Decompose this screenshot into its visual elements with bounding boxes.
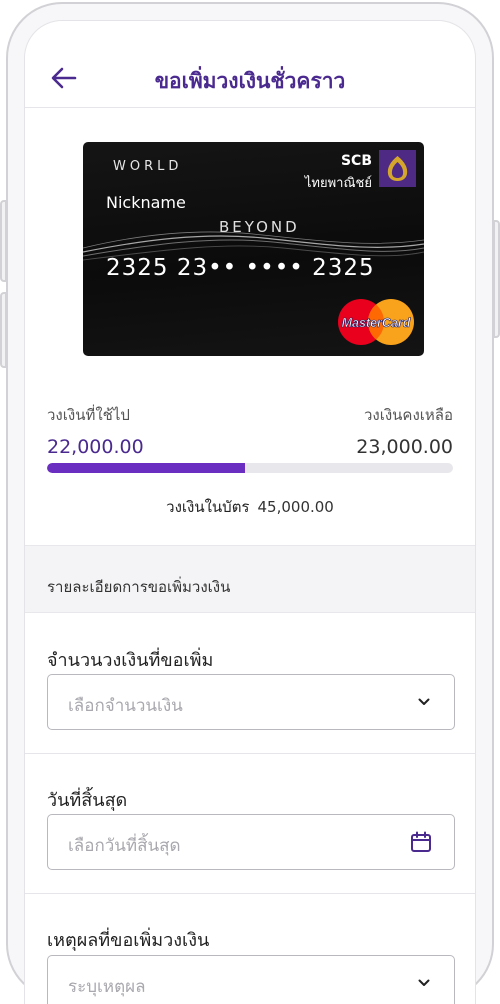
divider: [25, 893, 475, 894]
used-limit-label: วงเงินที่ใช้ไป: [47, 406, 130, 424]
end-date-field-label: วันที่สิ้นสุด: [47, 790, 128, 811]
limit-progress-fill: [47, 463, 246, 473]
mastercard-wordmark: MasterCard: [342, 316, 411, 330]
calendar-icon[interactable]: [410, 831, 432, 853]
phone-side-button: [0, 200, 7, 282]
divider: [25, 753, 475, 754]
end-date-picker[interactable]: เลือกวันที่สิ้นสุด: [47, 814, 455, 870]
limit-progress-bar: [47, 463, 453, 473]
amount-select[interactable]: เลือกจำนวนเงิน: [47, 674, 455, 730]
reason-select-placeholder: ระบุเหตุผล: [68, 977, 146, 997]
remaining-limit-label: วงเงินคงเหลือ: [363, 406, 453, 424]
amount-select-placeholder: เลือกจำนวนเงิน: [68, 696, 183, 716]
app-header: ขอเพิ่มวงเงินชั่วคราว: [25, 21, 475, 108]
phone-side-button: [0, 292, 7, 368]
phone-side-button: [493, 220, 500, 338]
reason-field-label: เหตุผลที่ขอเพิ่มวงเงิน: [47, 930, 210, 951]
total-limit-label: วงเงินในบัตร: [166, 498, 250, 516]
card-tier-label: WORLD: [113, 159, 183, 174]
remaining-limit-value: 23,000.00: [356, 436, 453, 458]
total-limit-value: 45,000.00: [257, 498, 334, 516]
scb-logo-icon: [379, 150, 416, 187]
card-product-name: BEYOND: [219, 218, 300, 236]
credit-card-image: WORLD SCB ไทยพาณิชย์ Nickname BEYOND 232…: [83, 142, 424, 356]
used-limit-value: 22,000.00: [47, 436, 144, 458]
app-screen: ขอเพิ่มวงเงินชั่วคราว WORLD SCB ไทยพาณิช…: [24, 20, 476, 1004]
card-number: 2325 23•• •••• 2325: [106, 255, 375, 281]
chevron-down-icon: [418, 698, 430, 705]
chevron-down-icon: [418, 979, 430, 986]
reason-select[interactable]: ระบุเหตุผล: [47, 955, 455, 1004]
mastercard-logo-icon: MasterCard: [338, 299, 414, 345]
card-bank-name-en: SCB: [340, 153, 372, 169]
end-date-placeholder: เลือกวันที่สิ้นสุด: [68, 836, 181, 856]
card-nickname: Nickname: [106, 193, 186, 212]
details-section-header: รายละเอียดการขอเพิ่มวงเงิน: [25, 545, 475, 613]
details-section-title: รายละเอียดการขอเพิ่มวงเงิน: [47, 578, 231, 596]
amount-field-label: จำนวนวงเงินที่ขอเพิ่ม: [47, 650, 214, 671]
page-title: ขอเพิ่มวงเงินชั่วคราว: [154, 69, 346, 93]
card-bank-name-th: ไทยพาณิชย์: [304, 176, 372, 191]
total-limit-row: วงเงินในบัตร 45,000.00: [47, 495, 453, 519]
